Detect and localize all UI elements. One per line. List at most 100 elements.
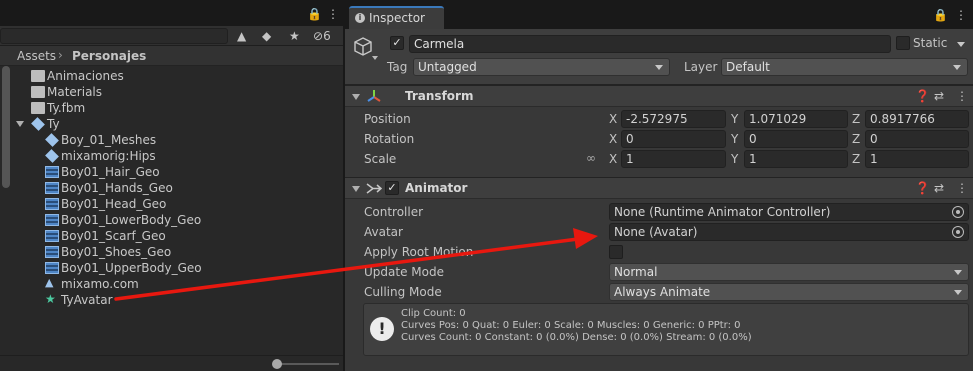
lock-icon[interactable]: 🔒 xyxy=(933,8,948,22)
chevron-down-icon xyxy=(953,65,961,70)
transform-axes-icon xyxy=(367,90,381,102)
curves-count-text: Curves Count: 0 Constant: 0 (0.0%) Dense… xyxy=(401,332,752,343)
curves-pos-text: Curves Pos: 0 Quat: 0 Euler: 0 Scale: 0 … xyxy=(401,320,741,331)
favorite-star-icon[interactable]: ★ xyxy=(289,29,300,43)
animator-title: Animator xyxy=(405,181,468,195)
culling-mode-label: Culling Mode xyxy=(364,285,442,299)
position-z-label[interactable]: Z xyxy=(852,110,860,128)
apply-root-motion-checkbox[interactable] xyxy=(609,245,623,259)
hidden-count: 6 xyxy=(323,29,331,43)
layer-dropdown[interactable]: Default xyxy=(721,58,968,76)
static-dropdown-arrow-icon[interactable] xyxy=(957,42,965,47)
hidden-packages-icon[interactable]: ⊘6 xyxy=(313,29,331,43)
scale-z-field[interactable]: 1 xyxy=(865,150,969,168)
project-bottom-bar xyxy=(0,355,343,371)
avatar-field[interactable]: None (Avatar) xyxy=(609,223,969,241)
position-x-field[interactable]: -2.572975 xyxy=(621,110,726,128)
apply-root-motion-label: Apply Root Motion xyxy=(364,245,474,259)
expand-arrow-icon[interactable] xyxy=(16,121,24,127)
avatar-icon: ★ xyxy=(45,292,56,306)
filter-by-label-icon[interactable]: ▲ xyxy=(237,29,246,43)
preset-icon[interactable]: ⇄ xyxy=(934,89,944,103)
active-checkbox[interactable]: ✓ xyxy=(390,36,404,50)
model-prefab-icon xyxy=(45,133,59,147)
project-tab-bar: 🔒 ⋮ xyxy=(0,0,343,26)
scale-y-label[interactable]: Y xyxy=(731,150,738,168)
layer-label: Layer xyxy=(684,60,718,74)
tag-label: Tag xyxy=(387,60,408,74)
animator-enabled-checkbox[interactable]: ✓ xyxy=(385,181,399,195)
position-x-label[interactable]: X xyxy=(609,110,617,128)
model-prefab-icon xyxy=(45,149,59,163)
animator-info-box: ! Clip Count: 0 Curves Pos: 0 Quat: 0 Eu… xyxy=(363,303,969,356)
scale-label: Scale xyxy=(364,152,397,166)
rotation-z-field[interactable]: 0 xyxy=(865,130,969,148)
chevron-down-icon xyxy=(954,270,962,275)
tag-dropdown[interactable]: Untagged xyxy=(413,58,670,76)
mesh-icon xyxy=(45,182,59,194)
icon-dropdown-arrow-icon[interactable] xyxy=(372,56,378,60)
breadcrumb-chevron-icon: › xyxy=(58,48,63,62)
mesh-icon xyxy=(45,246,59,258)
component-menu-icon[interactable]: ⋮ xyxy=(956,181,968,195)
scale-x-label[interactable]: X xyxy=(609,150,617,168)
chevron-down-icon xyxy=(954,290,962,295)
mesh-icon xyxy=(45,262,59,274)
mesh-icon xyxy=(45,166,59,178)
object-picker-icon[interactable] xyxy=(952,206,964,218)
kebab-menu-icon[interactable]: ⋮ xyxy=(327,7,339,21)
position-y-field[interactable]: 1.071029 xyxy=(744,110,848,128)
mesh-icon xyxy=(45,230,59,242)
tab-inspector[interactable]: i Inspector xyxy=(349,6,444,29)
info-icon: i xyxy=(355,13,365,23)
project-search-input[interactable] xyxy=(0,28,228,44)
folder-icon xyxy=(31,102,45,114)
culling-mode-dropdown[interactable]: Always Animate xyxy=(609,283,969,301)
rotation-x-field[interactable]: 0 xyxy=(621,130,726,148)
folder-icon xyxy=(31,86,45,98)
mesh-icon xyxy=(45,214,59,226)
component-menu-icon[interactable]: ⋮ xyxy=(956,89,968,103)
preset-icon[interactable]: ⇄ xyxy=(934,181,944,195)
position-y-label[interactable]: Y xyxy=(731,110,738,128)
transform-header[interactable]: Transform ❓ ⇄ ⋮ xyxy=(345,85,973,107)
scale-z-label[interactable]: Z xyxy=(852,150,860,168)
scale-x-field[interactable]: 1 xyxy=(621,150,726,168)
transform-title: Transform xyxy=(405,89,474,103)
object-name-field[interactable]: Carmela xyxy=(409,35,891,53)
rotation-y-label[interactable]: Y xyxy=(731,130,738,148)
object-picker-icon[interactable] xyxy=(952,226,964,238)
model-prefab-icon xyxy=(31,117,45,131)
zoom-slider-track[interactable] xyxy=(273,363,339,365)
kebab-menu-icon[interactable]: ⋮ xyxy=(955,8,967,22)
position-z-field[interactable]: 0.8917766 xyxy=(865,110,969,128)
warning-icon: ! xyxy=(370,317,394,341)
scale-y-field[interactable]: 1 xyxy=(744,150,848,168)
rotation-x-label[interactable]: X xyxy=(609,130,617,148)
constrain-proportions-link-icon[interactable]: ∞ xyxy=(586,151,596,165)
animator-header[interactable]: ✓ Animator ❓ ⇄ ⋮ xyxy=(345,177,973,199)
foldout-arrow-icon[interactable] xyxy=(352,94,360,100)
breadcrumb-assets[interactable]: Assets xyxy=(17,49,56,63)
breadcrumb-personajes[interactable]: Personajes xyxy=(72,49,146,63)
controller-field[interactable]: None (Runtime Animator Controller) xyxy=(609,203,969,221)
help-icon[interactable]: ❓ xyxy=(915,89,930,103)
animation-clip-icon: ▲ xyxy=(45,276,54,289)
breadcrumb: Assets › Personajes xyxy=(0,46,343,66)
gameobject-header: ✓ Carmela Static Tag Untagged Layer Defa… xyxy=(345,29,973,85)
update-mode-dropdown[interactable]: Normal xyxy=(609,263,969,281)
controller-label: Controller xyxy=(364,205,424,219)
avatar-label: Avatar xyxy=(364,225,403,239)
rotation-z-label[interactable]: Z xyxy=(852,130,860,148)
foldout-arrow-icon[interactable] xyxy=(352,186,360,192)
chevron-down-icon xyxy=(655,65,663,70)
help-icon[interactable]: ❓ xyxy=(915,181,930,195)
zoom-slider-handle[interactable] xyxy=(272,359,282,369)
tag-icon[interactable]: ◆ xyxy=(262,29,271,43)
update-mode-label: Update Mode xyxy=(364,265,444,279)
rotation-y-field[interactable]: 0 xyxy=(744,130,848,148)
clip-count-text: Clip Count: 0 xyxy=(401,308,466,319)
static-checkbox[interactable] xyxy=(896,36,910,50)
static-label: Static xyxy=(913,36,948,50)
lock-icon[interactable]: 🔒 xyxy=(307,7,322,21)
